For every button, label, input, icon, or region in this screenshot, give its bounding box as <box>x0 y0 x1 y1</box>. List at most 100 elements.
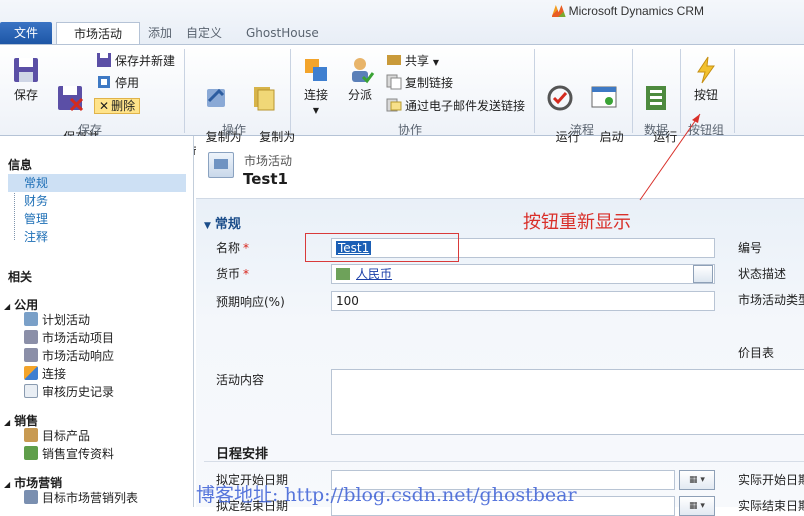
nav-info-header: 信息 <box>8 158 33 172</box>
email-link-button[interactable]: 通过电子邮件发送链接 <box>386 96 525 116</box>
nav-item-finance[interactable]: 财务 <box>24 192 48 210</box>
record-header: 市场活动 Test1 <box>196 144 804 198</box>
deactivate-icon <box>98 76 110 88</box>
calendar-icon[interactable]: ▦ ▾ <box>679 496 715 516</box>
nav-item-target-products[interactable]: 目标产品 <box>24 427 90 445</box>
connections-icon <box>24 366 38 380</box>
save-label: 保存 <box>13 88 38 102</box>
nav-item-admin[interactable]: 管理 <box>24 210 48 228</box>
pricelist-label: 价目表 <box>738 346 775 360</box>
actual-end-label: 实际结束日期 <box>738 499 804 513</box>
annotation-text: 按钮重新显示 <box>523 212 631 233</box>
copy-campaign-icon <box>207 88 225 107</box>
connect-label: 连接 <box>303 88 328 102</box>
section-general-title: 常规 <box>214 217 241 232</box>
campaign-response-icon <box>24 348 38 362</box>
floppy-disk-icon <box>14 58 38 82</box>
section-general[interactable]: ▼ 常规 <box>204 213 241 232</box>
nav-item-campaign-activities[interactable]: 市场活动项目 <box>24 329 114 347</box>
entity-name: 市场活动 <box>244 154 293 168</box>
response-field[interactable]: 100 <box>331 291 715 311</box>
group-divider <box>534 49 535 133</box>
group-label-ops: 操作 <box>221 123 246 137</box>
product-box-icon <box>24 428 38 442</box>
dialog-icon <box>591 86 617 108</box>
blog-watermark: 博客地址: http://blog.csdn.net/ghostbear <box>196 484 577 506</box>
share-dropdown-icon: ▼ <box>432 58 439 67</box>
currency-label-text: 货币 <box>216 267 241 281</box>
currency-field[interactable]: 人民币 <box>331 264 715 284</box>
custom-button[interactable]: 按钮 <box>686 55 726 102</box>
brand-text: Microsoft Dynamics CRM <box>568 4 704 18</box>
currency-value[interactable]: 人民币 <box>356 267 392 281</box>
marketing-list-icon <box>24 490 38 504</box>
assign-button[interactable]: 分派 <box>340 55 380 102</box>
ribbon-tabs-bar: Microsoft Dynamics CRM 文件 市场活动 添加 自定义 Gh… <box>0 0 804 44</box>
sales-literature-icon <box>24 446 38 460</box>
connect-button[interactable]: 连接 ▼ <box>296 55 336 118</box>
annotation-highlight-box <box>305 233 459 262</box>
nav-item-notes[interactable]: 注释 <box>24 228 48 246</box>
nav-item-activities-label: 计划活动 <box>42 313 91 327</box>
group-divider <box>290 49 291 133</box>
collapse-triangle-icon: ◢ <box>4 480 11 489</box>
nav-item-audit-history[interactable]: 审核历史记录 <box>24 383 114 401</box>
tab-customize[interactable]: 自定义 <box>178 22 230 44</box>
collapse-arrow-icon: ▼ <box>204 221 211 231</box>
nav-item-general[interactable]: 常规 <box>8 174 186 192</box>
save-new-button[interactable]: 保存并新建 <box>96 51 175 71</box>
group-label-collab: 协作 <box>397 123 422 137</box>
group-divider <box>184 49 185 133</box>
calendar-icon[interactable]: ▦ ▾ <box>679 470 715 490</box>
schedule-section-title: 日程安排 <box>216 447 269 462</box>
nav-item-campaign-responses[interactable]: 市场活动响应 <box>24 347 114 365</box>
campaign-entity-icon <box>208 152 234 178</box>
custom-button-label: 按钮 <box>693 88 718 102</box>
nav-section-marketing-title: 市场营销 <box>14 476 63 490</box>
workflow-icon <box>547 85 573 111</box>
connect-dropdown-icon: ▼ <box>312 106 320 115</box>
nav-item-activities[interactable]: 计划活动 <box>24 311 90 329</box>
content-field[interactable] <box>331 369 804 435</box>
nav-section-sales-title: 销售 <box>14 414 39 428</box>
share-button[interactable]: 共享 ▼ <box>386 51 439 71</box>
content-label: 活动内容 <box>216 373 265 387</box>
save-button[interactable]: 保存 <box>6 55 46 102</box>
delete-x-icon: ✕ <box>99 99 110 113</box>
nav-item-campaign-responses-label: 市场活动响应 <box>42 349 115 363</box>
lookup-search-icon[interactable] <box>693 265 713 283</box>
nav-item-marketing-lists[interactable]: 目标市场营销列表 <box>24 489 138 507</box>
tab-campaign[interactable]: 市场活动 <box>56 22 140 44</box>
nav-item-sales-literature[interactable]: 销售宣传资料 <box>24 445 114 463</box>
template-icon <box>254 87 275 111</box>
group-divider <box>734 49 735 133</box>
form-area: ▼ 常规 名称 * Test1 货币 * 人民币 预期响应(%) 100 编号 状态描… <box>196 198 804 516</box>
nav-item-general-label: 常规 <box>24 176 49 190</box>
group-label-process: 流程 <box>569 123 594 137</box>
delete-label: 删除 <box>111 99 136 113</box>
connect-icon <box>305 59 327 81</box>
tab-ghosthouse[interactable]: GhostHouse <box>238 22 327 44</box>
email-link-icon <box>386 98 402 112</box>
name-label-text: 名称 <box>216 241 241 255</box>
deactivate-label: 停用 <box>115 76 140 90</box>
email-link-label: 通过电子邮件发送链接 <box>405 99 526 113</box>
assign-label: 分派 <box>347 88 372 102</box>
copy-link-label: 复制链接 <box>405 76 454 90</box>
nav-item-campaign-activities-label: 市场活动项目 <box>42 331 115 345</box>
tab-add[interactable]: 添加 <box>140 22 180 44</box>
nav-related-header: 相关 <box>8 270 33 284</box>
section-divider <box>204 461 804 462</box>
copy-link-button[interactable]: 复制链接 <box>386 73 453 93</box>
deactivate-button[interactable]: 停用 <box>96 73 139 93</box>
audit-history-icon <box>24 384 38 398</box>
lightning-icon <box>697 56 715 84</box>
status-label: 状态描述 <box>738 267 787 281</box>
delete-button[interactable]: ✕ 删除 <box>94 96 141 116</box>
currency-label: 货币 * <box>216 265 249 282</box>
actual-start-label: 实际开始日期 <box>738 473 804 487</box>
nav-item-connections[interactable]: 连接 <box>24 365 66 383</box>
tab-file[interactable]: 文件 <box>0 22 52 44</box>
type-label: 市场活动类型 <box>738 293 804 307</box>
campaign-activity-icon <box>24 330 38 344</box>
